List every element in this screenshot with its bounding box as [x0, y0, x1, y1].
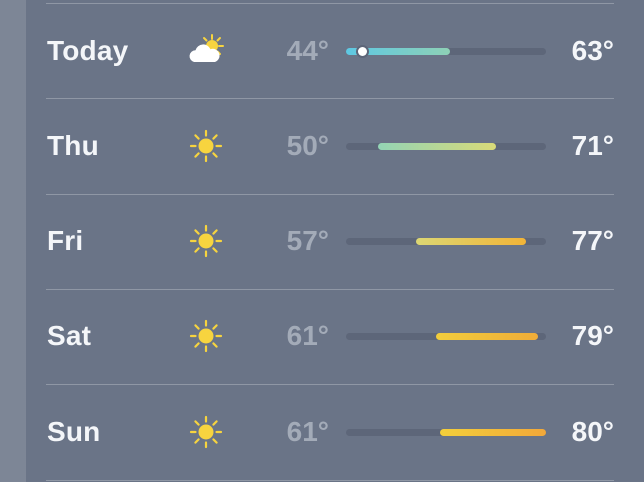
- sun-icon: [184, 124, 228, 168]
- current-temperature-marker: [357, 46, 367, 56]
- high-temperature: 63°: [571, 34, 614, 66]
- temperature-range-bar: [346, 238, 546, 246]
- forecast-day-label: Fri: [47, 225, 84, 257]
- forecast-row[interactable]: Sun 61° 80°: [26, 384, 644, 479]
- low-temperature: 61°: [286, 320, 329, 352]
- ten-day-forecast-card: Today 44° 63° Thu 50° 71° Fri 57° 77° Sat 61° 79° Su…: [26, 0, 644, 482]
- weather-app-window: Today 44° 63° Thu 50° 71° Fri 57° 77° Sat 61° 79° Su…: [0, 0, 644, 482]
- low-temperature: 50°: [286, 129, 329, 161]
- partly-cloudy-icon: [184, 29, 228, 73]
- forecast-row[interactable]: Fri 57° 77°: [26, 194, 644, 289]
- sun-icon: [184, 410, 228, 454]
- forecast-day-label: Today: [47, 34, 129, 66]
- high-temperature: 79°: [571, 320, 614, 352]
- temperature-range-fill: [436, 333, 538, 341]
- temperature-range-fill: [416, 238, 526, 246]
- forecast-row[interactable]: Sat 61° 79°: [26, 289, 644, 384]
- forecast-day-label: Sat: [47, 320, 92, 352]
- high-temperature: 71°: [571, 129, 614, 161]
- row-separator: [46, 479, 614, 481]
- low-temperature: 44°: [286, 34, 329, 66]
- forecast-row[interactable]: Today 44° 63°: [26, 3, 644, 98]
- forecast-row[interactable]: Thu 50° 71°: [26, 98, 644, 193]
- high-temperature: 77°: [571, 225, 614, 257]
- high-temperature: 80°: [571, 415, 614, 447]
- temperature-range-bar: [346, 142, 546, 150]
- temperature-range-fill: [440, 428, 546, 436]
- temperature-range-bar: [346, 333, 546, 341]
- sun-icon: [184, 219, 228, 263]
- low-temperature: 61°: [286, 415, 329, 447]
- forecast-day-label: Sun: [47, 415, 101, 447]
- sun-icon: [184, 314, 228, 358]
- temperature-range-bar: [346, 46, 546, 56]
- forecast-day-label: Thu: [47, 129, 99, 161]
- temperature-range-fill: [378, 142, 496, 150]
- low-temperature: 57°: [286, 225, 329, 257]
- temperature-range-bar: [346, 428, 546, 436]
